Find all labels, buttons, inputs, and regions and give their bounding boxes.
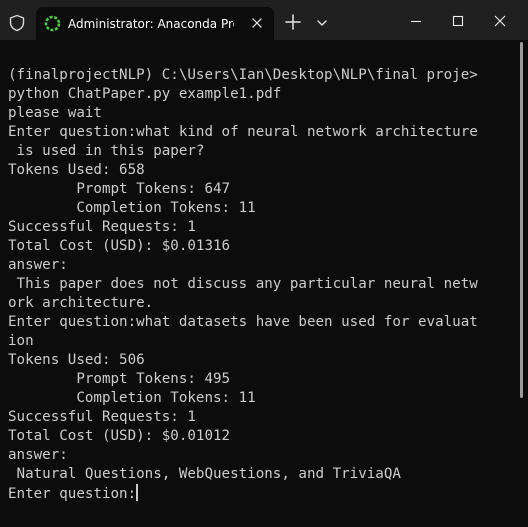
terminal-line: (finalprojectNLP) C:\Users\Ian\Desktop\N… [8, 67, 478, 83]
terminal-prompt-line[interactable]: Enter question: [8, 484, 512, 503]
plus-icon[interactable] [284, 13, 302, 31]
minimize-icon [411, 20, 421, 23]
minimize-button[interactable] [396, 8, 436, 34]
tab-title: Administrator: Anaconda Prom [68, 17, 234, 31]
terminal-output[interactable]: (finalprojectNLP) C:\Users\Ian\Desktop\N… [8, 66, 512, 521]
shield-icon [8, 14, 26, 32]
terminal-line: ion [8, 333, 34, 349]
close-window-icon [494, 15, 506, 27]
terminal-line: answer: [8, 257, 68, 273]
terminal-line: Enter question:what kind of neural netwo… [8, 124, 478, 140]
close-icon[interactable] [250, 16, 264, 30]
terminal-line: This paper does not discuss any particul… [8, 276, 478, 292]
terminal-line: Total Cost (USD): $0.01012 [8, 428, 231, 444]
tab-anaconda-prompt[interactable]: Administrator: Anaconda Prom [36, 7, 274, 40]
terminal-line: ork architecture. [8, 295, 154, 311]
terminal-line: Tokens Used: 658 [8, 162, 145, 178]
terminal-line: Successful Requests: 1 [8, 219, 196, 235]
terminal-line: Tokens Used: 506 [8, 352, 145, 368]
maximize-button[interactable] [438, 8, 478, 34]
terminal-window: Administrator: Anaconda Prom (finalproje… [0, 0, 528, 527]
terminal-line: Natural Questions, WebQuestions, and Tri… [8, 466, 401, 482]
prompt-text: Enter question: [8, 486, 137, 502]
terminal-line: Successful Requests: 1 [8, 409, 196, 425]
terminal-line: Prompt Tokens: 647 [8, 181, 231, 197]
terminal-line: is used in this paper? [8, 143, 205, 159]
title-bar: Administrator: Anaconda Prom [0, 0, 528, 40]
terminal-line: Enter question:what datasets have been u… [8, 314, 478, 330]
terminal-line: Total Cost (USD): $0.01316 [8, 238, 231, 254]
terminal-line: Completion Tokens: 11 [8, 390, 256, 406]
anaconda-icon [44, 15, 61, 32]
text-cursor [136, 484, 139, 501]
scrollbar[interactable] [520, 42, 523, 398]
terminal-line: python ChatPaper.py example1.pdf [8, 86, 282, 102]
chevron-down-icon[interactable] [315, 16, 329, 28]
maximize-icon [452, 15, 464, 27]
terminal-line: Prompt Tokens: 495 [8, 371, 231, 387]
terminal-line: Completion Tokens: 11 [8, 200, 256, 216]
close-window-button[interactable] [480, 8, 520, 34]
terminal-line: please wait [8, 105, 102, 121]
terminal-line: answer: [8, 447, 68, 463]
